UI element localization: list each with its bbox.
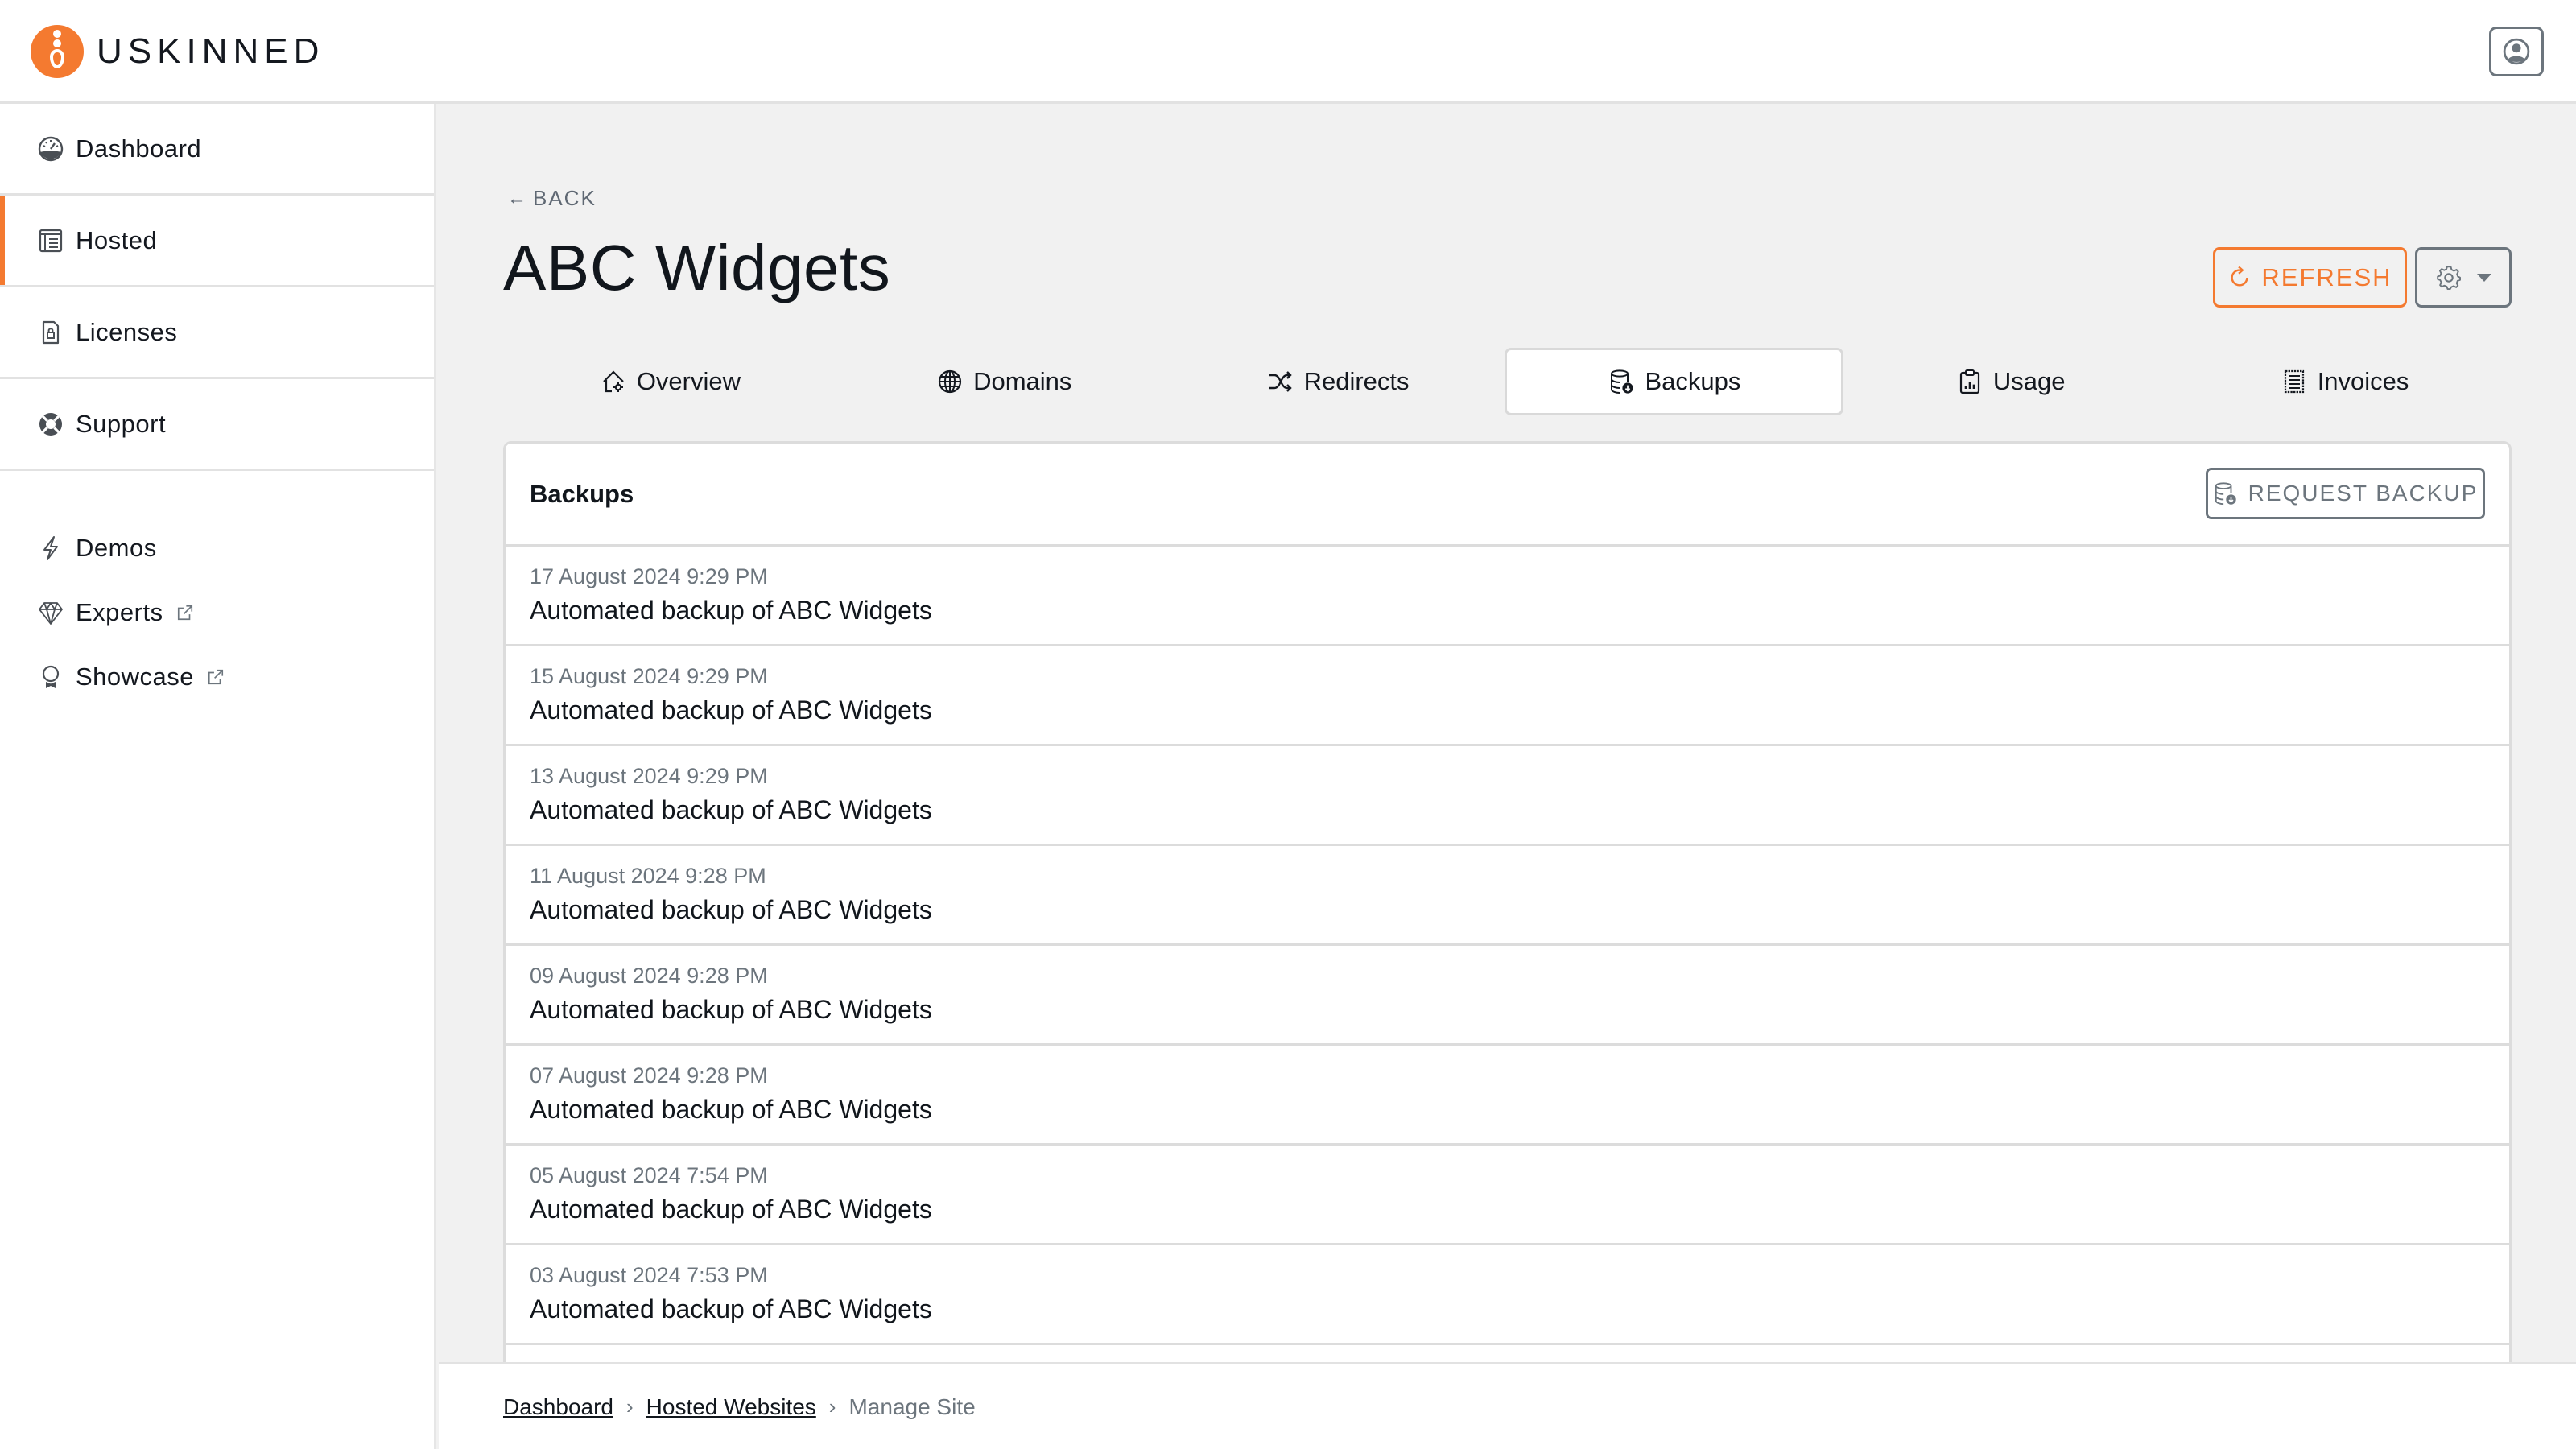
backup-row[interactable]: 05 August 2024 7:54 PM Automated backup … [506, 1146, 2509, 1245]
receipt-icon [2281, 368, 2308, 395]
request-backup-label: REQUEST BACKUP [2248, 481, 2479, 506]
sidebar-link-demos[interactable]: Demos [0, 516, 434, 580]
sidebar-link-label: Showcase [76, 663, 195, 691]
external-link-icon [176, 604, 194, 621]
backup-description: Automated backup of ABC Widgets [530, 696, 932, 724]
sidebar-item-label: Dashboard [76, 134, 202, 163]
sidebar: Dashboard Hosted Licenses Support Demos … [0, 104, 436, 1449]
clipboard-data-icon [1956, 368, 1984, 395]
tab-usage[interactable]: Usage [1843, 348, 2178, 415]
back-label: BACK [533, 186, 597, 210]
refresh-button[interactable]: REFRESH [2213, 247, 2407, 308]
sidebar-link-label: Experts [76, 598, 163, 626]
sidebar-link-showcase[interactable]: Showcase [0, 645, 434, 709]
backup-row[interactable]: 07 August 2024 9:28 PM Automated backup … [506, 1046, 2509, 1146]
tab-label: Domains [973, 367, 1072, 395]
request-backup-button[interactable]: REQUEST BACKUP [2206, 468, 2485, 519]
backups-list: 17 August 2024 9:29 PM Automated backup … [506, 547, 2509, 1345]
backup-row[interactable]: 03 August 2024 7:53 PM Automated backup … [506, 1245, 2509, 1345]
sidebar-link-experts[interactable]: Experts [0, 580, 434, 645]
backup-description: Automated backup of ABC Widgets [530, 1195, 932, 1224]
tab-backups[interactable]: Backups [1505, 348, 1844, 415]
page-title: ABC Widgets [503, 232, 891, 303]
breadcrumb: Dashboard › Hosted Websites › Manage Sit… [439, 1362, 2576, 1449]
tab-redirects[interactable]: Redirects [1171, 348, 1505, 415]
brand-logo[interactable]: USKINNED [31, 25, 324, 78]
globe-icon [936, 368, 964, 395]
tab-label: Invoices [2317, 367, 2409, 395]
award-icon [37, 663, 64, 691]
backup-date: 17 August 2024 9:29 PM [530, 564, 768, 588]
backups-card-title: Backups [530, 479, 634, 508]
breadcrumb-current: Manage Site [848, 1393, 976, 1419]
tab-label: Backups [1645, 367, 1741, 395]
sidebar-item-label: Support [76, 409, 167, 438]
sidebar-item-licenses[interactable]: Licenses [0, 287, 434, 379]
refresh-icon [2231, 266, 2249, 287]
backup-description: Automated backup of ABC Widgets [530, 895, 932, 924]
tab-label: Usage [1992, 367, 2066, 395]
backups-card: Backups REQUEST BACKUP 17 August 2024 9:… [503, 441, 2512, 1362]
backup-description: Automated backup of ABC Widgets [530, 1095, 932, 1124]
file-lock-icon [37, 319, 64, 346]
tab-label: Redirects [1303, 367, 1410, 395]
sidebar-link-label: Demos [76, 534, 157, 562]
backup-date: 03 August 2024 7:53 PM [530, 1263, 768, 1287]
sidebar-item-hosted[interactable]: Hosted [0, 196, 434, 287]
tab-overview[interactable]: Overview [503, 348, 837, 415]
backup-date: 13 August 2024 9:29 PM [530, 764, 768, 788]
gear-icon [2437, 265, 2461, 290]
database-down-icon [2215, 482, 2236, 506]
backup-date: 07 August 2024 9:28 PM [530, 1063, 768, 1088]
sidebar-item-support[interactable]: Support [0, 379, 434, 471]
uskinned-logo-icon [31, 25, 84, 78]
backup-description: Automated backup of ABC Widgets [530, 795, 932, 824]
backup-row[interactable]: 15 August 2024 9:29 PM Automated backup … [506, 646, 2509, 746]
chevron-down-icon [2477, 273, 2491, 282]
backup-date: 05 August 2024 7:54 PM [530, 1163, 768, 1187]
breadcrumb-dashboard[interactable]: Dashboard [503, 1394, 613, 1420]
main-content: ← BACK ABC Widgets REFRESH Overview Doma… [439, 104, 2576, 1362]
backup-row[interactable]: 11 August 2024 9:28 PM Automated backup … [506, 846, 2509, 946]
backup-row[interactable]: 09 August 2024 9:28 PM Automated backup … [506, 946, 2509, 1046]
brand-name: USKINNED [97, 31, 325, 71]
backup-row[interactable]: 13 August 2024 9:29 PM Automated backup … [506, 746, 2509, 846]
back-link[interactable]: ← BACK [507, 186, 597, 211]
top-bar: USKINNED [0, 0, 2576, 104]
external-link-icon [207, 668, 225, 686]
tab-label: Overview [636, 367, 741, 395]
settings-dropdown-button[interactable] [2415, 247, 2512, 308]
breadcrumb-hosted-websites[interactable]: Hosted Websites [646, 1394, 816, 1420]
backup-description: Automated backup of ABC Widgets [530, 596, 932, 625]
backup-date: 15 August 2024 9:29 PM [530, 664, 768, 688]
life-ring-icon [37, 411, 64, 438]
site-tabs: Overview Domains Redirects Backups Usage… [503, 348, 2512, 415]
sidebar-item-label: Hosted [76, 225, 158, 254]
refresh-label: REFRESH [2261, 262, 2392, 291]
user-circle-icon [2503, 38, 2530, 65]
arrow-left-icon: ← [507, 187, 528, 209]
backup-description: Automated backup of ABC Widgets [530, 1294, 932, 1323]
sidebar-item-label: Licenses [76, 317, 178, 346]
account-button[interactable] [2489, 27, 2544, 76]
tab-domains[interactable]: Domains [837, 348, 1171, 415]
tab-invoices[interactable]: Invoices [2178, 348, 2512, 415]
backups-card-header: Backups REQUEST BACKUP [506, 444, 2509, 547]
sidebar-links: Demos Experts Showcase [0, 471, 434, 709]
shuffle-icon [1267, 368, 1294, 395]
chevron-right-icon: › [625, 1394, 634, 1418]
backup-description: Automated backup of ABC Widgets [530, 995, 932, 1024]
database-down-icon [1608, 368, 1635, 395]
backup-date: 11 August 2024 9:28 PM [530, 864, 766, 888]
speedometer-icon [37, 135, 64, 163]
browser-window-icon [37, 227, 64, 254]
backup-date: 09 August 2024 9:28 PM [530, 964, 768, 988]
house-gear-icon [600, 368, 627, 395]
backup-row[interactable]: 17 August 2024 9:29 PM Automated backup … [506, 547, 2509, 646]
gem-icon [37, 599, 64, 626]
lightning-icon [37, 535, 64, 562]
chevron-right-icon: › [828, 1394, 836, 1418]
sidebar-item-dashboard[interactable]: Dashboard [0, 104, 434, 196]
